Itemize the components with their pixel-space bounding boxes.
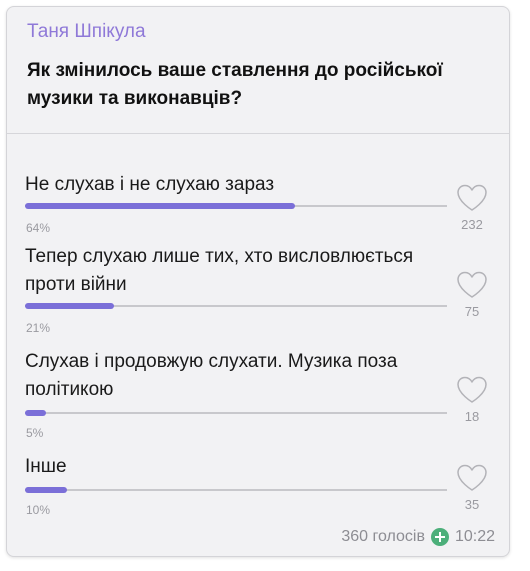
heart-icon[interactable] xyxy=(455,183,489,213)
option-text: Тепер слухаю лише тих, хто висловлюється… xyxy=(25,246,414,295)
result-bar-track xyxy=(25,203,447,209)
option-percent: 64% xyxy=(26,221,51,235)
option-percent: 21% xyxy=(26,321,51,335)
poll-question: Як змінилось ваше ставлення до російсько… xyxy=(27,60,443,109)
like-count: 35 xyxy=(464,497,480,512)
like-count: 18 xyxy=(464,409,480,424)
plus-circle-icon xyxy=(430,528,449,546)
like-count: 75 xyxy=(464,304,480,319)
like-count: 232 xyxy=(461,217,483,232)
result-bar-fill xyxy=(25,203,296,209)
heart-icon[interactable] xyxy=(455,463,489,493)
result-bar-track xyxy=(25,410,447,416)
option-text: Слухав і продовжую слухати. Музика поза … xyxy=(25,351,398,400)
timestamp: 10:22 xyxy=(454,528,495,545)
heart-icon[interactable] xyxy=(455,270,489,300)
result-bar-track xyxy=(25,303,447,309)
option-text: Інше xyxy=(25,456,67,477)
author-name[interactable]: Таня Шпікула xyxy=(27,21,146,43)
option-percent: 5% xyxy=(26,426,44,440)
vote-count: 360 голосів xyxy=(341,528,425,545)
result-bar-fill xyxy=(25,303,114,309)
option-percent: 10% xyxy=(26,503,51,517)
heart-icon[interactable] xyxy=(455,375,489,405)
result-bar-fill xyxy=(25,487,68,493)
divider xyxy=(7,133,509,134)
option-text: Не слухав і не слухаю зараз xyxy=(25,174,275,195)
poll-card: Таня Шпікула Як змінилось ваше ставлення… xyxy=(6,6,510,557)
result-bar-track xyxy=(25,487,447,493)
result-bar-fill xyxy=(25,410,47,416)
poll-footer: 360 голосів 10:22 xyxy=(341,528,495,546)
